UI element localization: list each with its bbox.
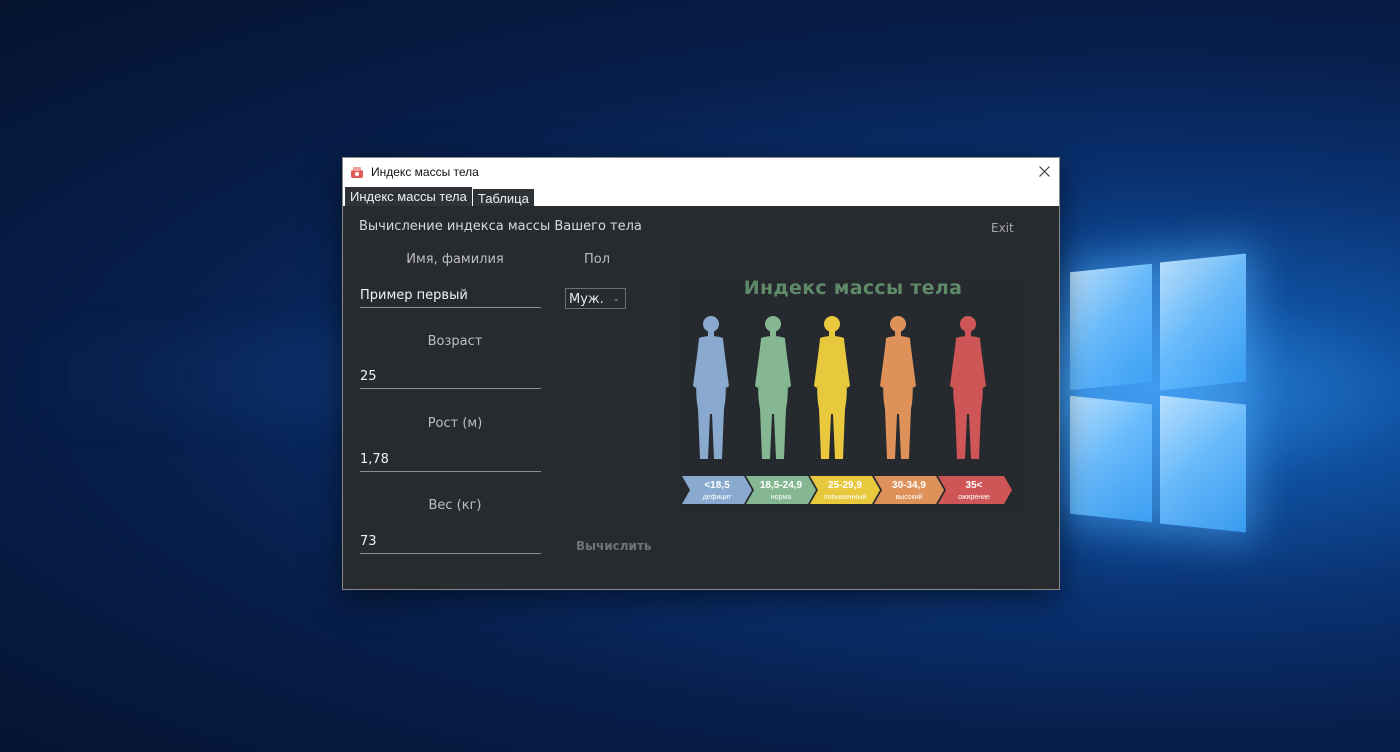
height-label: Рост (м) [427, 416, 483, 431]
bmi-form-panel: Вычисление индекса массы Вашего тела Exi… [343, 206, 1059, 589]
tab-bmi[interactable]: Индекс массы тела [345, 187, 472, 206]
window-title: Индекс массы тела [371, 164, 479, 179]
page-heading: Вычисление индекса массы Вашего тела [359, 219, 642, 234]
title-bar[interactable]: Индекс массы тела [343, 158, 1059, 185]
weight-label: Вес (кг) [428, 498, 482, 513]
tab-table[interactable]: Таблица [472, 189, 534, 206]
gender-select[interactable]: Муж. ⌄ [565, 288, 626, 309]
category-range-obese: 35< [966, 480, 983, 491]
exit-button[interactable]: Exit [991, 221, 1014, 235]
category-name-high: высокий [895, 493, 922, 501]
bmi-body-silhouettes: <18,5 дефицит 18,5-24,9 норма 25-29,9 по… [682, 316, 1012, 504]
age-label: Возраст [427, 334, 483, 349]
category-range-underweight: <18,5 [704, 480, 730, 491]
age-field[interactable]: 25 [360, 366, 541, 389]
bmi-app-window: Индекс массы тела Индекс массы тела Табл… [342, 157, 1060, 590]
category-range-normal: 18,5-24,9 [760, 480, 803, 491]
scale-app-icon [351, 166, 363, 178]
category-range-high: 30-34,9 [892, 480, 926, 491]
chevron-down-icon: ⌄ [612, 294, 620, 304]
name-field[interactable]: Пример первый [360, 285, 541, 308]
category-name-obese: ожирение [958, 494, 990, 501]
category-name-normal: норма [771, 494, 791, 501]
name-label: Имя, фамилия [406, 252, 504, 267]
windows-logo-wallpaper [1070, 250, 1250, 550]
category-range-overweight: 25-29,9 [828, 480, 862, 491]
close-button[interactable] [1029, 158, 1059, 185]
gender-selected-value: Муж. [569, 292, 604, 307]
category-name-overweight: повышенный [824, 493, 867, 501]
bmi-infographic: Индекс массы тела <18,5 дефицит 18,5-24,… [680, 276, 1026, 514]
tab-bar: Индекс массы тела Таблица [343, 185, 1059, 206]
close-icon [1038, 166, 1050, 177]
weight-field[interactable]: 73 [360, 531, 541, 554]
gender-label: Пол [583, 252, 611, 267]
category-name-underweight: дефицит [703, 494, 733, 501]
calculate-button[interactable]: Вычислить [576, 539, 652, 553]
height-field[interactable]: 1,78 [360, 449, 541, 472]
